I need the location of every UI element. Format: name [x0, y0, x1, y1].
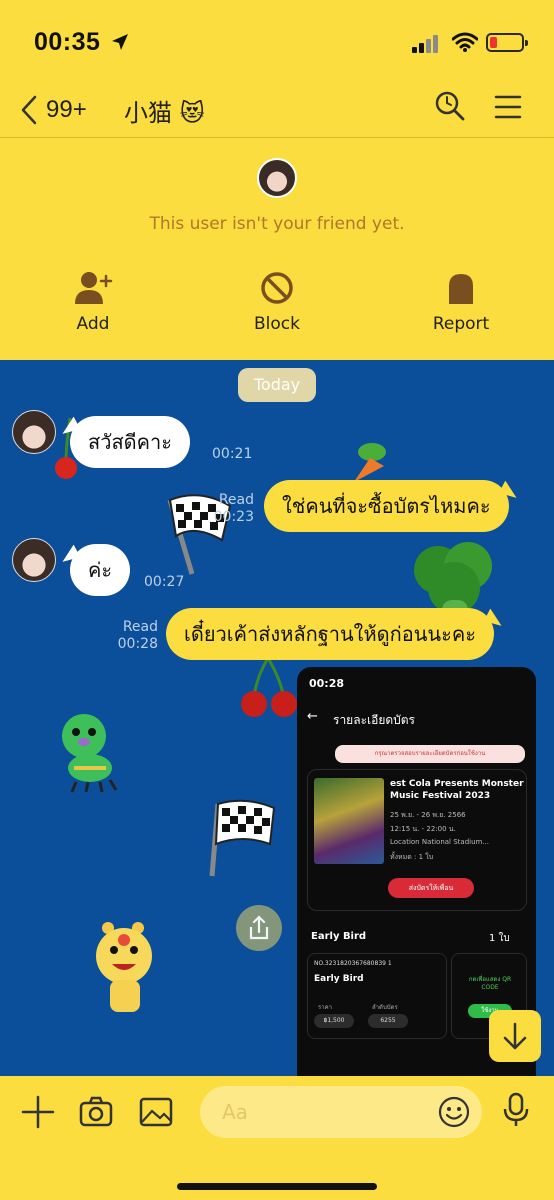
add-friend-icon	[75, 272, 113, 304]
event-location: Location National Stadium...	[390, 838, 490, 846]
photo-page-title: รายละเอียดบัตร	[333, 713, 416, 727]
ticket-name: Early Bird	[314, 974, 364, 984]
battery-icon	[486, 33, 528, 52]
message-time: 00:21	[212, 446, 253, 462]
scroll-to-bottom-button[interactable]	[489, 1010, 541, 1062]
outgoing-message[interactable]: เดี๋ยวเค้าส่งหลักฐานให้ดูก่อนนะคะ	[166, 608, 494, 660]
seat-value: 6255	[368, 1014, 408, 1028]
event-time: 12:15 น. - 22:00 น.	[390, 825, 456, 833]
photo-status-time: 00:28	[309, 677, 345, 690]
microphone-icon[interactable]	[498, 1092, 534, 1128]
incoming-message[interactable]: สวัสดีคาะ	[70, 416, 190, 468]
plus-icon[interactable]	[20, 1094, 56, 1130]
add-friend-button[interactable]: Add	[38, 270, 148, 334]
message-time: 00:27	[144, 574, 185, 590]
seat-label: ลำดับบัตร	[372, 1004, 398, 1011]
gallery-icon[interactable]	[138, 1094, 174, 1130]
chat-area[interactable]: Today สวัสดีคาะ 00:21 Read 00:23 ใช่คนที…	[0, 360, 554, 1076]
arrow-left-icon: ←	[307, 709, 318, 724]
read-receipt: Read	[122, 619, 158, 635]
event-card: est Cola Presents Monster Music Festival…	[307, 769, 527, 911]
arrow-down-icon	[503, 1022, 527, 1050]
event-name: est Cola Presents Monster Music Festival…	[390, 779, 524, 801]
photo-alert: กรุณาตรวจสอบรายละเอียดบัตรก่อนใช้งาน	[335, 745, 525, 763]
not-friend-note: This user isn't your friend yet.	[149, 214, 405, 234]
avatar[interactable]	[12, 410, 56, 454]
share-icon	[249, 915, 269, 940]
qr-text: กดเพื่อแสดง QR CODE	[468, 976, 512, 991]
ticket-card: NO.3231820367680839 1 Early Bird ราคา ลำ…	[307, 953, 447, 1039]
ticket-section: Early Bird	[311, 931, 367, 942]
message-time: 00:28	[117, 636, 158, 652]
event-quantity: ทั้งหมด : 1 ใบ	[390, 853, 434, 861]
report-icon	[449, 274, 473, 304]
wifi-icon	[452, 32, 478, 52]
status-bar: 00:35	[0, 0, 554, 86]
home-indicator	[177, 1183, 377, 1190]
report-label: Report	[432, 314, 490, 334]
event-poster	[314, 778, 384, 864]
unread-count: 99+	[46, 96, 87, 123]
block-icon	[261, 272, 293, 304]
avatar[interactable]	[257, 158, 297, 198]
giraffe-sticker-icon	[96, 922, 152, 1012]
message-time: 00:23	[213, 509, 254, 525]
share-ticket-badge: ส่งบัตรให้เพื่อน	[388, 878, 474, 898]
carrot-sticker-icon	[354, 443, 386, 482]
emoji-icon[interactable]	[438, 1096, 470, 1128]
ticket-section-qty: 1 ใบ	[489, 933, 510, 944]
price-value: ฿1,500	[314, 1014, 354, 1028]
incoming-message[interactable]: ค่ะ	[70, 544, 131, 596]
avatar[interactable]	[12, 538, 56, 582]
share-button[interactable]	[236, 905, 282, 951]
event-date: 25 พ.ย. - 26 พ.ย. 2566	[390, 811, 466, 819]
cherries-sticker-icon	[241, 657, 297, 717]
input-bar	[0, 1076, 554, 1200]
chat-title[interactable]: 小猫 😻	[124, 93, 205, 128]
outgoing-message[interactable]: ใช่คนที่จะซื้อบัตรไหมคะ	[264, 480, 509, 532]
cellular-signal-icon	[412, 35, 442, 53]
ticket-number: NO.3231820367680839 1	[314, 960, 392, 967]
block-button[interactable]: Block	[222, 270, 332, 334]
report-button[interactable]: Report	[406, 270, 516, 334]
menu-icon[interactable]	[494, 94, 522, 120]
checkered-flag-sticker-icon	[209, 799, 276, 877]
chevron-left-icon	[21, 95, 37, 125]
block-label: Block	[254, 314, 300, 334]
camera-icon[interactable]	[78, 1094, 114, 1130]
status-time: 00:35	[34, 28, 101, 56]
search-icon[interactable]	[434, 90, 466, 122]
location-arrow-icon	[112, 34, 128, 50]
chat-header: 99+ 小猫 😻	[0, 86, 554, 138]
friend-banner: This user isn't your friend yet. Add Blo…	[0, 138, 554, 360]
price-label: ราคา	[318, 1004, 332, 1011]
message-input[interactable]	[222, 1098, 422, 1126]
back-button[interactable]: 99+	[20, 92, 87, 128]
caterpillar-sticker-icon	[62, 714, 118, 793]
read-receipt: Read	[218, 492, 254, 508]
add-label: Add	[76, 314, 110, 334]
message-field[interactable]	[200, 1086, 482, 1138]
date-divider: Today	[238, 368, 316, 402]
